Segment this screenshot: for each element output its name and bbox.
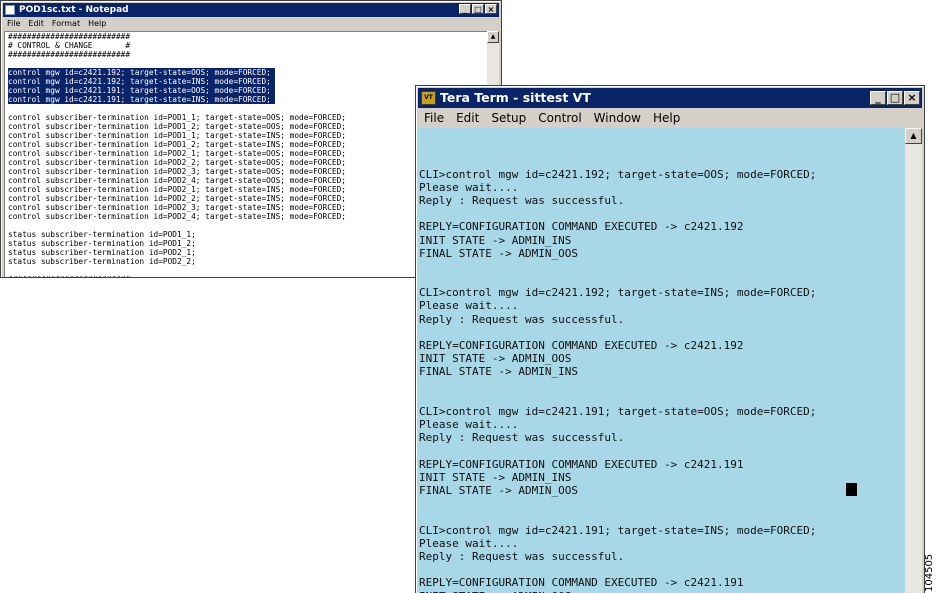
terminal-line: CLI>control mgw id=c2421.192; target-sta…	[419, 286, 817, 300]
selected-text: control mgw id=c2421.192; target-state=I…	[8, 77, 275, 86]
teraterm-maximize-button[interactable]: □	[887, 91, 903, 105]
teraterm-menu-help[interactable]: Help	[647, 109, 686, 127]
terminal-line: Please wait....	[419, 536, 519, 550]
terminal-line: FINAL STATE -> ADMIN_OOS	[419, 484, 578, 498]
line-text: control subscriber-termination id=POD2_1…	[8, 185, 346, 194]
line-text: control subscriber-termination id=POD1_2…	[8, 140, 346, 149]
line-text: status subscriber-termination id=POD1_2;	[8, 239, 196, 248]
teraterm-scrollbar[interactable]: ▲	[905, 128, 922, 593]
terminal-line: CLI>control mgw id=c2421.191; target-sta…	[419, 523, 817, 537]
notepad-line: ##########################	[8, 50, 487, 59]
terminal-line: Please wait....	[419, 180, 519, 194]
notepad-line	[8, 59, 487, 68]
notepad-line: control mgw id=c2421.192; target-state=O…	[8, 68, 487, 77]
notepad-menu-format[interactable]: Format	[48, 18, 84, 30]
terminal-line: INIT STATE -> ADMIN_INS	[419, 233, 572, 247]
terminal-line: Reply : Request was successful.	[419, 312, 625, 326]
teraterm-menu-edit[interactable]: Edit	[450, 109, 485, 127]
line-text: control subscriber-termination id=POD1_2…	[8, 122, 346, 131]
terminal-line: FINAL STATE -> ADMIN_OOS	[419, 246, 578, 260]
teraterm-app-icon[interactable]: VT	[421, 91, 436, 105]
notepad-menubar: File Edit Format Help	[3, 18, 499, 30]
notepad-app-icon[interactable]	[5, 5, 15, 15]
selected-text: control mgw id=c2421.191; target-state=O…	[8, 86, 275, 95]
line-text: status subscriber-termination id=POD1_1;	[8, 230, 196, 239]
terminal-line: Reply : Request was successful.	[419, 193, 625, 207]
line-text: control subscriber-termination id=POD1_1…	[8, 113, 346, 122]
terminal-line: INIT STATE -> ADMIN_OOS	[419, 352, 572, 366]
notepad-menu-help[interactable]: Help	[84, 18, 110, 30]
notepad-title: POD1sc.txt - Notepad	[19, 5, 129, 15]
notepad-menu-file[interactable]: File	[3, 18, 24, 30]
teraterm-title: Tera Term - sittest VT	[440, 90, 591, 105]
terminal-output[interactable]: CLI>control mgw id=c2421.192; target-sta…	[418, 128, 905, 593]
terminal-line: Reply : Request was successful.	[419, 550, 625, 564]
teraterm-menu-setup[interactable]: Setup	[485, 109, 532, 127]
figure-id: 104505	[924, 553, 935, 592]
notepad-menu-edit[interactable]: Edit	[24, 18, 48, 30]
notepad-line: # CONTROL & CHANGE #	[8, 41, 487, 50]
line-text: ##########################	[8, 50, 131, 59]
line-text: control subscriber-termination id=POD2_1…	[8, 149, 346, 158]
line-text: ##########################	[8, 32, 131, 41]
terminal-line: INIT STATE -> ADMIN_INS	[419, 470, 572, 484]
scroll-up-arrow-icon[interactable]: ▲	[905, 128, 922, 144]
selected-text: control mgw id=c2421.191; target-state=I…	[8, 95, 275, 104]
teraterm-minimize-button[interactable]: _	[870, 91, 886, 105]
notepad-close-button[interactable]: ×	[485, 4, 497, 14]
teraterm-menu-file[interactable]: File	[418, 109, 450, 127]
terminal-line: REPLY=CONFIGURATION COMMAND EXECUTED -> …	[419, 576, 744, 590]
line-text: control subscriber-termination id=POD2_3…	[8, 203, 346, 212]
line-text: control subscriber-termination id=POD2_4…	[8, 176, 346, 185]
teraterm-menu-control[interactable]: Control	[532, 109, 587, 127]
line-text: status subscriber-termination id=POD2_2;	[8, 257, 196, 266]
teraterm-menubar: File Edit Setup Control Window Help	[418, 109, 922, 127]
scroll-up-arrow-icon[interactable]: ▲	[487, 31, 499, 43]
notepad-line: ##########################	[8, 32, 487, 41]
line-text: control subscriber-termination id=POD2_2…	[8, 158, 346, 167]
line-text: control subscriber-termination id=POD2_3…	[8, 167, 346, 176]
terminal-cursor	[846, 483, 857, 496]
notepad-maximize-button[interactable]: □	[472, 4, 484, 14]
terminal-line: Reply : Request was successful.	[419, 431, 625, 445]
terminal-line: REPLY=CONFIGURATION COMMAND EXECUTED -> …	[419, 220, 744, 234]
terminal-line: INIT STATE -> ADMIN_OOS	[419, 590, 905, 593]
terminal-line: REPLY=CONFIGURATION COMMAND EXECUTED -> …	[419, 457, 744, 471]
terminal-line: Please wait....	[419, 418, 519, 432]
teraterm-window: VT Tera Term - sittest VT _ □ × File Edi…	[415, 85, 925, 593]
selected-text: control mgw id=c2421.192; target-state=O…	[8, 68, 275, 77]
terminal-line: Please wait....	[419, 299, 519, 313]
notepad-minimize-button[interactable]: _	[459, 4, 471, 14]
line-text: # CONTROL & CHANGE #	[8, 41, 131, 50]
terminal-line: CLI>control mgw id=c2421.192; target-sta…	[419, 167, 817, 181]
line-text: status subscriber-termination id=POD2_1;	[8, 248, 196, 257]
terminal-line: REPLY=CONFIGURATION COMMAND EXECUTED -> …	[419, 339, 744, 353]
terminal-line: FINAL STATE -> ADMIN_INS	[419, 365, 578, 379]
terminal-line: CLI>control mgw id=c2421.191; target-sta…	[419, 404, 817, 418]
line-text: ##########################	[8, 275, 130, 277]
teraterm-titlebar[interactable]: VT Tera Term - sittest VT _ □ ×	[418, 88, 922, 108]
teraterm-menu-window[interactable]: Window	[588, 109, 647, 127]
line-text: control subscriber-termination id=POD2_4…	[8, 212, 346, 221]
line-text: control subscriber-termination id=POD2_2…	[8, 194, 346, 203]
teraterm-close-button[interactable]: ×	[904, 91, 920, 105]
notepad-titlebar[interactable]: POD1sc.txt - Notepad _ □ ×	[3, 3, 499, 17]
line-text: control subscriber-termination id=POD1_1…	[8, 131, 346, 140]
